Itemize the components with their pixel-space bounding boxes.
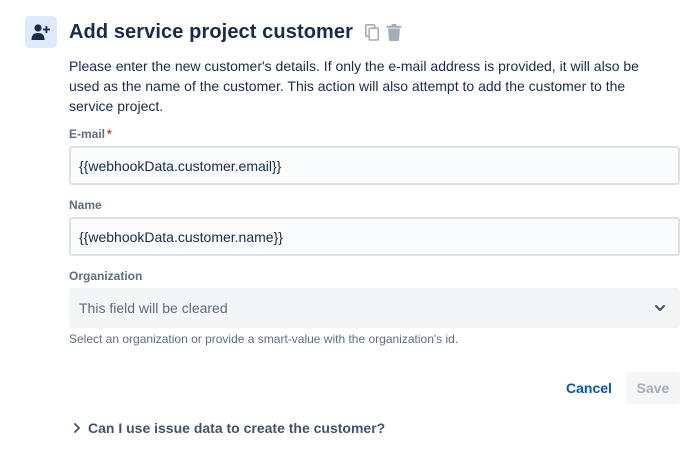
- cancel-button[interactable]: Cancel: [558, 372, 620, 404]
- chevron-down-icon: [650, 298, 670, 318]
- name-label: Name: [69, 198, 102, 212]
- faq-expander[interactable]: Can I use issue data to create the custo…: [70, 418, 385, 438]
- copy-icon[interactable]: [363, 23, 381, 41]
- page-title: Add service project customer: [69, 20, 354, 43]
- add-customer-panel: Add service project customer Please ente…: [0, 0, 700, 453]
- header: Add service project customer: [69, 18, 403, 46]
- email-field[interactable]: [69, 146, 680, 185]
- organization-helper-text: Select an organization or provide a smar…: [69, 332, 459, 346]
- description-text: Please enter the new customer's details.…: [69, 58, 639, 114]
- organization-label: Organization: [69, 269, 143, 283]
- name-field[interactable]: [69, 217, 680, 256]
- email-label: E-mail *: [69, 127, 112, 141]
- faq-question: Can I use issue data to create the custo…: [88, 420, 386, 436]
- chevron-right-icon: [70, 421, 84, 435]
- organization-select[interactable]: This field will be cleared: [69, 288, 680, 328]
- required-marker: *: [107, 127, 112, 141]
- organization-select-value: This field will be cleared: [79, 300, 228, 316]
- add-user-icon: [25, 16, 57, 48]
- trash-icon[interactable]: [385, 23, 403, 41]
- save-button[interactable]: Save: [626, 372, 680, 404]
- email-label-text: E-mail: [69, 127, 106, 141]
